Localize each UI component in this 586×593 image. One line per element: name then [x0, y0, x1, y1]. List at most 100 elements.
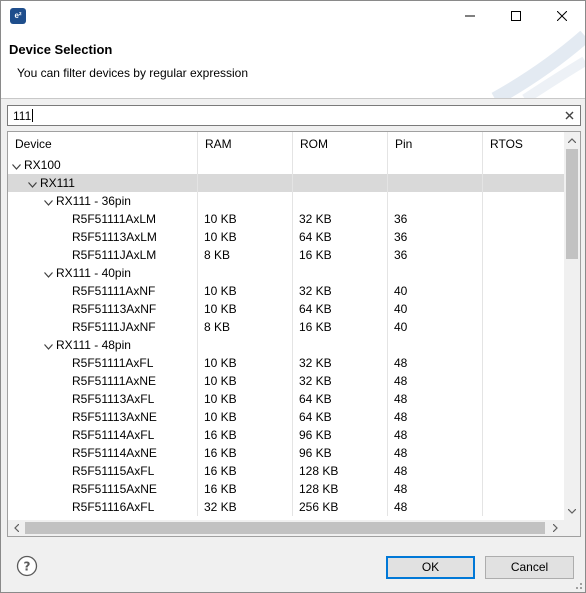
- scroll-up-icon[interactable]: [564, 132, 580, 149]
- cell-ram: 16 KB: [198, 480, 293, 498]
- cell-rom: 64 KB: [293, 390, 388, 408]
- device-label: R5F51114AxFL: [72, 428, 155, 442]
- title-bar[interactable]: e²: [1, 1, 585, 31]
- column-header-pin[interactable]: Pin: [388, 132, 483, 156]
- group-row[interactable]: RX100: [8, 156, 564, 174]
- dialog-title: Device Selection: [9, 42, 113, 57]
- cell-rtos: [483, 264, 564, 282]
- device-row[interactable]: R5F51113AxFL 10 KB 64 KB 48: [8, 390, 564, 408]
- scrollbar-corner: [564, 520, 580, 536]
- column-header-rom[interactable]: ROM: [293, 132, 388, 156]
- device-label: RX111 - 48pin: [56, 338, 131, 352]
- device-row[interactable]: R5F51111AxFL 10 KB 32 KB 48: [8, 354, 564, 372]
- cell-device: R5F51113AxFL: [8, 390, 198, 408]
- cell-ram: 8 KB: [198, 246, 293, 264]
- horizontal-scrollbar[interactable]: [8, 520, 564, 536]
- cell-ram: 8 KB: [198, 318, 293, 336]
- minimize-icon: [465, 15, 475, 17]
- chevron-down-icon[interactable]: [26, 175, 38, 192]
- device-label: RX111 - 36pin: [56, 194, 131, 208]
- filter-input[interactable]: 111: [7, 105, 581, 126]
- device-row[interactable]: R5F51113AxNE 10 KB 64 KB 48: [8, 408, 564, 426]
- cell-rtos: [483, 318, 564, 336]
- cell-pin: [388, 192, 483, 210]
- column-header-ram[interactable]: RAM: [198, 132, 293, 156]
- maximize-icon: [511, 11, 521, 21]
- cell-rom: 256 KB: [293, 498, 388, 516]
- cell-rom: 16 KB: [293, 246, 388, 264]
- vertical-scroll-thumb[interactable]: [566, 149, 578, 259]
- device-label: R5F51111AxFL: [72, 356, 154, 370]
- cell-rtos: [483, 354, 564, 372]
- cell-ram: [198, 192, 293, 210]
- scroll-down-icon[interactable]: [564, 503, 580, 520]
- cell-rtos: [483, 282, 564, 300]
- device-label: RX100: [24, 158, 61, 172]
- ok-button[interactable]: OK: [386, 556, 475, 579]
- device-row[interactable]: R5F51115AxFL 16 KB 128 KB 48: [8, 462, 564, 480]
- cell-pin: 48: [388, 372, 483, 390]
- chevron-down-icon[interactable]: [42, 337, 54, 354]
- scroll-right-icon[interactable]: [547, 520, 564, 536]
- group-row[interactable]: RX111 - 40pin: [8, 264, 564, 282]
- device-row[interactable]: R5F51116AxFL 32 KB 256 KB 48: [8, 498, 564, 516]
- cell-device: R5F5111JAxNF: [8, 318, 198, 336]
- cell-device: RX111 - 48pin: [8, 336, 198, 354]
- device-row[interactable]: R5F51111AxLM 10 KB 32 KB 36: [8, 210, 564, 228]
- chevron-down-icon[interactable]: [42, 265, 54, 282]
- cell-ram: 32 KB: [198, 498, 293, 516]
- cell-rom: 96 KB: [293, 426, 388, 444]
- cell-device: R5F51115AxFL: [8, 462, 198, 480]
- horizontal-scroll-thumb[interactable]: [25, 522, 545, 534]
- cell-pin: 40: [388, 300, 483, 318]
- clear-icon[interactable]: [562, 108, 576, 122]
- device-row[interactable]: R5F51113AxNF 10 KB 64 KB 40: [8, 300, 564, 318]
- maximize-button[interactable]: [493, 1, 539, 31]
- resize-grip-icon[interactable]: [572, 579, 582, 589]
- cell-ram: [198, 174, 293, 192]
- chevron-down-icon[interactable]: [42, 193, 54, 210]
- table-header: Device RAM ROM Pin RTOS: [8, 132, 564, 156]
- device-label: RX111 - 40pin: [56, 266, 131, 280]
- cell-pin: 48: [388, 390, 483, 408]
- group-row[interactable]: RX111 - 36pin: [8, 192, 564, 210]
- table-body: RX100 RX111 RX111 - 36pin R5F51111AxLM 10 KB…: [8, 156, 564, 516]
- device-row[interactable]: R5F51115AxNE 16 KB 128 KB 48: [8, 480, 564, 498]
- device-row[interactable]: R5F51114AxFL 16 KB 96 KB 48: [8, 426, 564, 444]
- dialog-header: Device Selection You can filter devices …: [1, 31, 585, 99]
- cell-device: RX111: [8, 174, 198, 192]
- device-row[interactable]: R5F51113AxLM 10 KB 64 KB 36: [8, 228, 564, 246]
- cell-ram: [198, 156, 293, 174]
- column-header-rtos[interactable]: RTOS: [483, 132, 564, 156]
- device-row[interactable]: R5F51111AxNF 10 KB 32 KB 40: [8, 282, 564, 300]
- cell-rom: 32 KB: [293, 354, 388, 372]
- group-row[interactable]: RX111 - 48pin: [8, 336, 564, 354]
- device-label: R5F5111JAxNF: [72, 320, 156, 334]
- cell-rtos: [483, 228, 564, 246]
- cell-rom: [293, 192, 388, 210]
- group-row[interactable]: RX111: [8, 174, 564, 192]
- minimize-button[interactable]: [447, 1, 493, 31]
- cell-device: R5F51111AxNE: [8, 372, 198, 390]
- cell-ram: 10 KB: [198, 228, 293, 246]
- vertical-scrollbar[interactable]: [564, 132, 580, 520]
- scroll-left-icon[interactable]: [8, 520, 25, 536]
- cell-device: R5F51114AxNE: [8, 444, 198, 462]
- cell-rom: 64 KB: [293, 408, 388, 426]
- device-label: R5F51113AxFL: [72, 392, 155, 406]
- cell-ram: 10 KB: [198, 300, 293, 318]
- cancel-button[interactable]: Cancel: [485, 556, 574, 579]
- cell-device: RX111 - 40pin: [8, 264, 198, 282]
- device-row[interactable]: R5F51111AxNE 10 KB 32 KB 48: [8, 372, 564, 390]
- close-button[interactable]: [539, 1, 585, 31]
- help-icon[interactable]: ?: [16, 555, 38, 577]
- column-header-device[interactable]: Device: [8, 132, 198, 156]
- cell-pin: 48: [388, 444, 483, 462]
- chevron-down-icon[interactable]: [10, 157, 22, 174]
- cell-device: R5F51113AxNF: [8, 300, 198, 318]
- device-label: R5F5111JAxLM: [72, 248, 157, 262]
- device-row[interactable]: R5F5111JAxLM 8 KB 16 KB 36: [8, 246, 564, 264]
- cell-pin: 48: [388, 480, 483, 498]
- device-row[interactable]: R5F51114AxNE 16 KB 96 KB 48: [8, 444, 564, 462]
- device-row[interactable]: R5F5111JAxNF 8 KB 16 KB 40: [8, 318, 564, 336]
